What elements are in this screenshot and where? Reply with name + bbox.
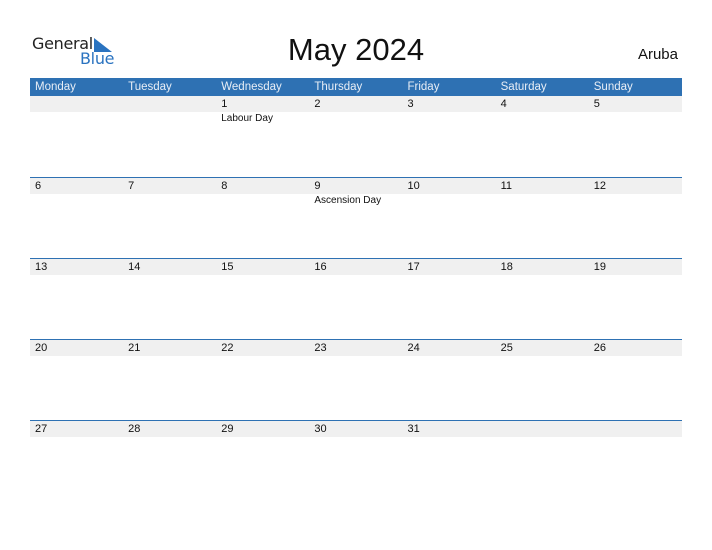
weekday-friday: Friday xyxy=(407,81,440,93)
week-cells: 1 Labour Day 2 3 4 5 xyxy=(30,96,682,175)
day-cell: 19 xyxy=(589,259,682,338)
day-number: 12 xyxy=(593,180,606,192)
day-number: 23 xyxy=(314,342,327,354)
day-cell: 29 xyxy=(216,421,309,500)
weekday-sunday: Sunday xyxy=(593,81,633,93)
country-label: Aruba xyxy=(637,46,678,63)
week-row: 6 7 8 9 Ascension Day 10 11 12 xyxy=(30,177,682,258)
day-number: 9 xyxy=(314,180,321,192)
week-cells: 27 28 29 30 31 xyxy=(30,421,682,500)
day-number: 1 xyxy=(221,98,228,110)
day-number: 27 xyxy=(35,423,48,435)
day-number: 16 xyxy=(314,261,327,273)
day-number: 11 xyxy=(500,180,513,192)
weekday-header: Monday Tuesday Wednesday Thursday Friday… xyxy=(30,78,682,96)
week-row: 27 28 29 30 31 xyxy=(30,420,682,501)
day-number: 17 xyxy=(407,261,420,273)
day-number xyxy=(35,96,123,112)
day-cell xyxy=(496,421,589,500)
day-cell xyxy=(123,96,216,175)
day-cell: 9 Ascension Day xyxy=(309,178,402,257)
day-number: 14 xyxy=(128,261,141,273)
day-number: 13 xyxy=(35,261,48,273)
day-number: 31 xyxy=(407,423,420,435)
day-number: 10 xyxy=(407,180,420,192)
day-number: 29 xyxy=(221,423,234,435)
day-cell: 26 xyxy=(589,340,682,419)
day-cell: 10 xyxy=(403,178,496,257)
holiday-label: Labour Day xyxy=(221,113,273,124)
day-cell: 30 xyxy=(309,421,402,500)
day-number: 5 xyxy=(593,98,600,110)
day-cell: 23 xyxy=(309,340,402,419)
day-cell: 28 xyxy=(123,421,216,500)
day-number: 3 xyxy=(407,98,414,110)
day-cell: 2 xyxy=(309,96,402,175)
day-number xyxy=(501,421,589,437)
day-number xyxy=(128,96,216,112)
day-cell xyxy=(30,96,123,175)
day-number: 8 xyxy=(221,180,228,192)
day-number: 30 xyxy=(314,423,327,435)
day-cell: 21 xyxy=(123,340,216,419)
day-number: 26 xyxy=(593,342,606,354)
day-cell: 13 xyxy=(30,259,123,338)
week-cells: 13 14 15 16 17 18 19 xyxy=(30,259,682,338)
weekday-tuesday: Tuesday xyxy=(128,81,172,93)
week-cells: 20 21 22 23 24 25 26 xyxy=(30,340,682,419)
calendar-grid: Monday Tuesday Wednesday Thursday Friday… xyxy=(30,78,682,501)
day-cell: 22 xyxy=(216,340,309,419)
day-cell: 8 xyxy=(216,178,309,257)
day-cell: 3 xyxy=(403,96,496,175)
weekday-saturday: Saturday xyxy=(500,81,547,93)
day-cell: 31 xyxy=(403,421,496,500)
day-cell: 25 xyxy=(496,340,589,419)
holiday-label: Ascension Day xyxy=(314,195,382,206)
day-cell: 12 xyxy=(589,178,682,257)
day-cell: 4 xyxy=(496,96,589,175)
day-cell: 11 xyxy=(496,178,589,257)
day-cell: 15 xyxy=(216,259,309,338)
day-number: 2 xyxy=(314,98,321,110)
day-cell: 27 xyxy=(30,421,123,500)
day-number: 20 xyxy=(35,342,48,354)
day-cell: 24 xyxy=(403,340,496,419)
day-number: 21 xyxy=(128,342,141,354)
day-cell: 5 xyxy=(589,96,682,175)
day-number: 7 xyxy=(128,180,135,192)
day-number: 18 xyxy=(500,261,513,273)
day-number xyxy=(594,421,682,437)
day-number: 25 xyxy=(500,342,513,354)
day-cell: 20 xyxy=(30,340,123,419)
day-number: 24 xyxy=(407,342,420,354)
day-cell: 18 xyxy=(496,259,589,338)
weekday-wednesday: Wednesday xyxy=(221,81,282,93)
week-cells: 6 7 8 9 Ascension Day 10 11 12 xyxy=(30,178,682,257)
day-cell: 14 xyxy=(123,259,216,338)
weeks-container: 1 Labour Day 2 3 4 5 6 7 8 9 Ascension Day 10 11 12 13… xyxy=(30,96,682,501)
day-cell: 7 xyxy=(123,178,216,257)
day-number: 4 xyxy=(500,98,507,110)
day-number: 19 xyxy=(593,261,606,273)
day-cell: 17 xyxy=(403,259,496,338)
day-number: 6 xyxy=(35,180,42,192)
day-number: 22 xyxy=(221,342,234,354)
calendar-title: May 2024 xyxy=(287,32,425,67)
day-cell xyxy=(589,421,682,500)
day-number: 15 xyxy=(221,261,234,273)
weekday-monday: Monday xyxy=(35,81,76,93)
week-row: 20 21 22 23 24 25 26 xyxy=(30,339,682,420)
week-row: 13 14 15 16 17 18 19 xyxy=(30,258,682,339)
weekday-thursday: Thursday xyxy=(314,81,363,93)
day-cell: 16 xyxy=(309,259,402,338)
week-row: 1 Labour Day 2 3 4 5 xyxy=(30,96,682,177)
day-number: 28 xyxy=(128,423,141,435)
day-cell: 6 xyxy=(30,178,123,257)
day-cell: 1 Labour Day xyxy=(216,96,309,175)
